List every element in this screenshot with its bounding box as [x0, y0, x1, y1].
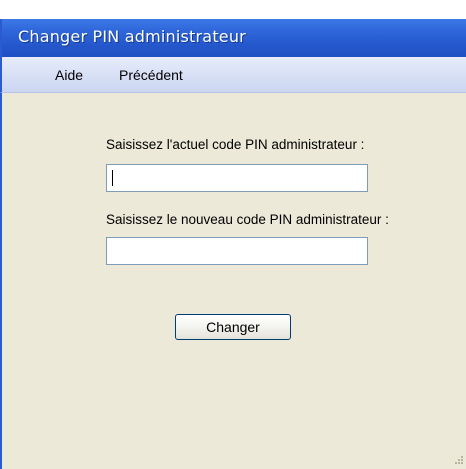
- size-grip-icon[interactable]: [452, 455, 464, 467]
- change-admin-pin-window: Changer PIN administrateur Aide Précéden…: [0, 0, 466, 469]
- current-pin-field[interactable]: [106, 164, 368, 192]
- new-pin-label: Saisissez le nouveau code PIN administra…: [106, 212, 389, 227]
- menu-item-back[interactable]: Précédent: [119, 67, 183, 83]
- change-button[interactable]: Changer: [175, 314, 291, 340]
- form-panel: Saisissez l'actuel code PIN administrate…: [0, 93, 466, 469]
- menu-bar: Aide Précédent: [0, 57, 466, 93]
- text-caret: [112, 170, 113, 186]
- new-pin-field[interactable]: [106, 237, 368, 265]
- window-title: Changer PIN administrateur: [18, 27, 246, 46]
- title-bar[interactable]: Changer PIN administrateur: [0, 19, 466, 57]
- current-pin-label: Saisissez l'actuel code PIN administrate…: [106, 137, 365, 152]
- menu-item-help[interactable]: Aide: [55, 67, 83, 83]
